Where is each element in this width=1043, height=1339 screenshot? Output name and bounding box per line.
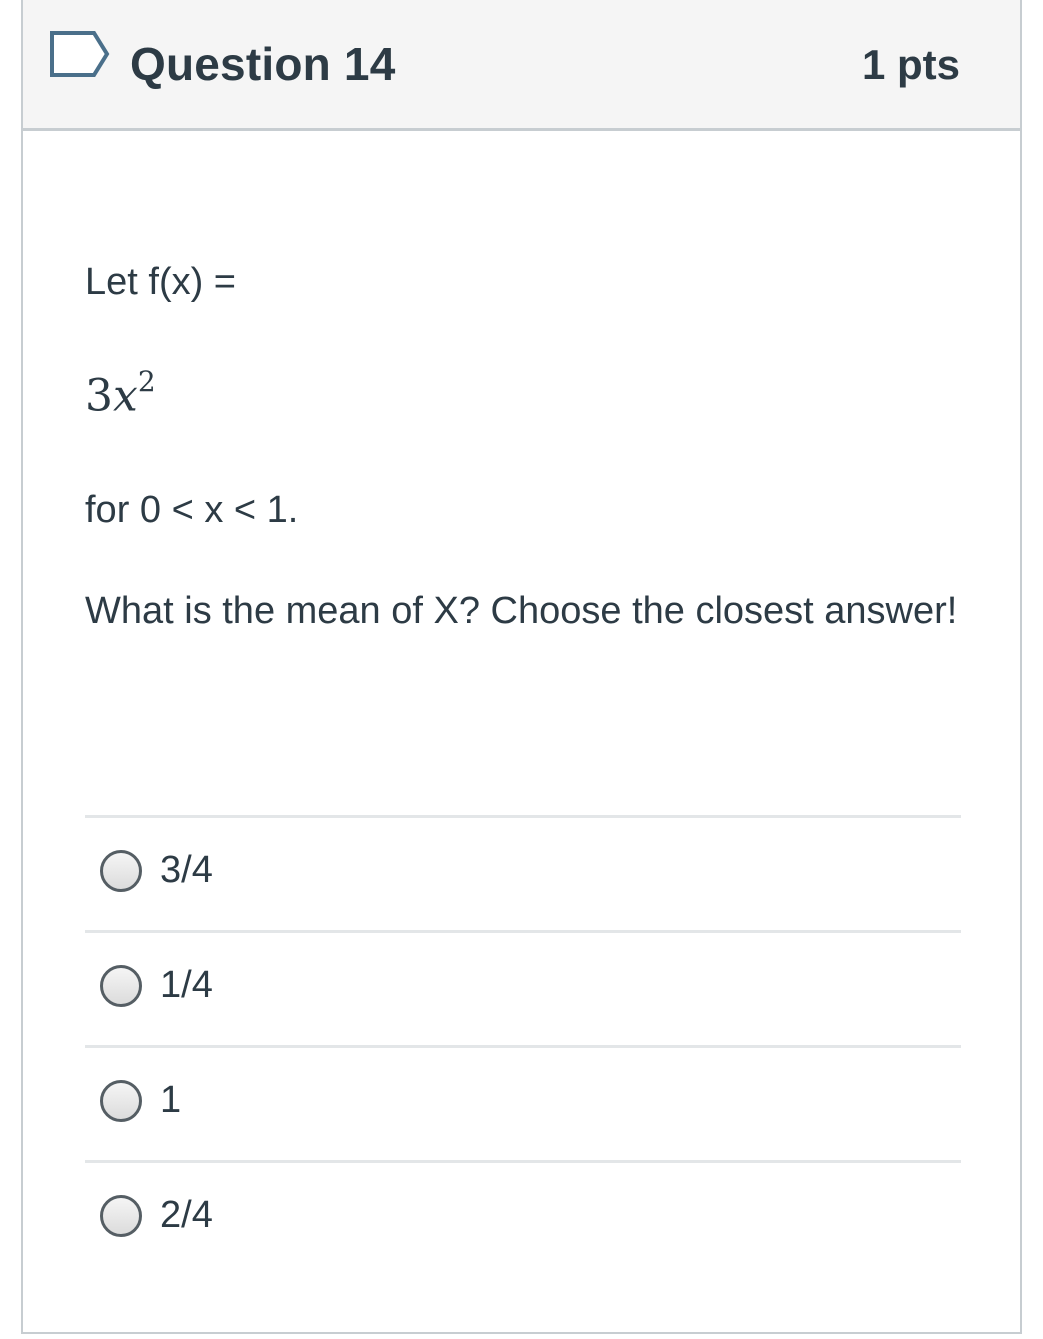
question-header: Question 14 1 pts (23, 0, 1020, 131)
answer-list: 3/4 1/4 1 2/4 (85, 815, 961, 1275)
radio-button[interactable] (100, 850, 142, 892)
answer-option[interactable]: 2/4 (85, 1160, 961, 1275)
answer-label[interactable]: 3/4 (160, 844, 213, 896)
bookmark-flag-icon[interactable] (49, 30, 111, 78)
question-title: Question 14 (130, 38, 396, 90)
question-points: 1 pts (861, 41, 960, 88)
radio-button[interactable] (100, 965, 142, 1007)
answer-option[interactable]: 1/4 (85, 930, 961, 1045)
formula-exponent: 2 (137, 365, 156, 398)
answer-option[interactable]: 1 (85, 1045, 961, 1160)
question-card: Question 14 1 pts Let f(x) = 3x2 for 0 <… (21, 0, 1022, 1334)
answer-option[interactable]: 3/4 (85, 815, 961, 930)
answer-label[interactable]: 2/4 (160, 1189, 213, 1241)
function-intro-text: Let f(x) = (85, 261, 236, 303)
radio-button[interactable] (100, 1195, 142, 1237)
answer-label[interactable]: 1/4 (160, 959, 213, 1011)
question-prompt: What is the mean of X? Choose the closes… (85, 590, 958, 632)
function-formula: 3x2 (85, 356, 156, 427)
radio-button[interactable] (100, 1080, 142, 1122)
answer-label[interactable]: 1 (160, 1074, 181, 1126)
formula-variable: x (113, 370, 138, 422)
formula-coefficient: 3 (85, 370, 113, 422)
domain-text: for 0 < x < 1. (85, 489, 299, 531)
